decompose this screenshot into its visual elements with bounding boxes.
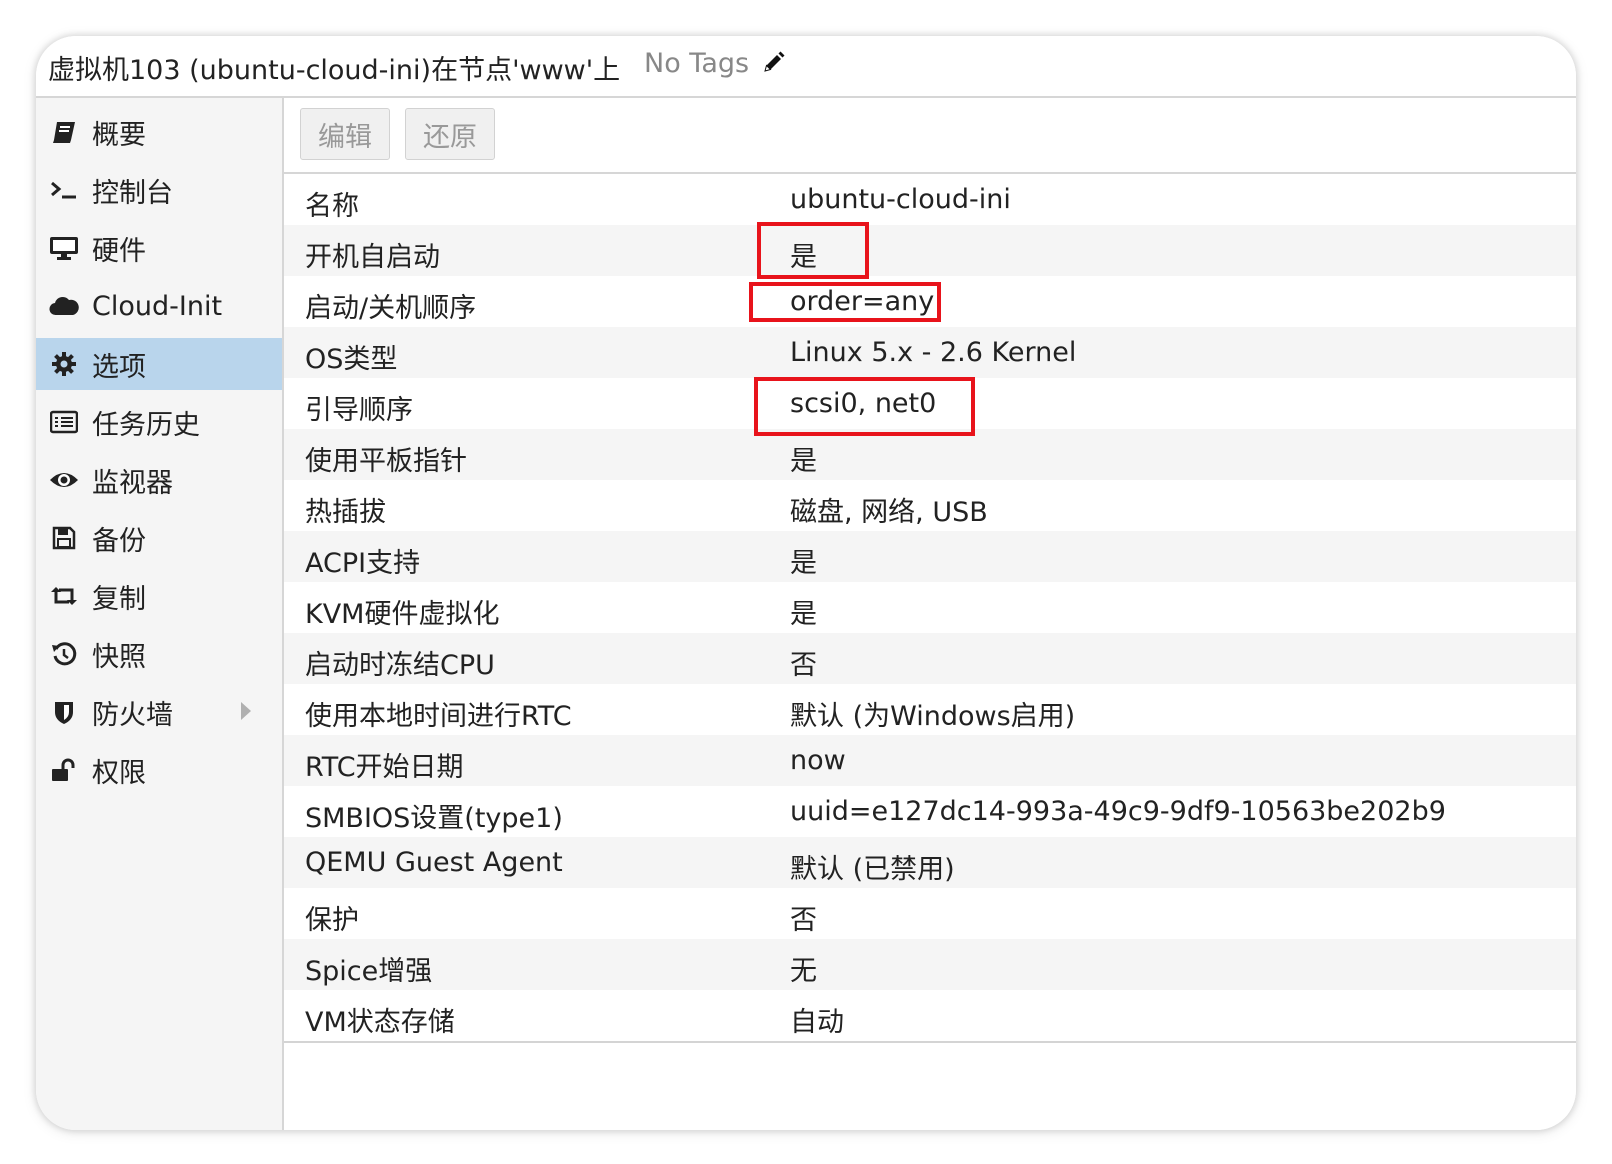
unlock-icon: [46, 757, 82, 783]
floppy-icon: [46, 526, 82, 550]
sidebar-item-firewall[interactable]: 防火墙: [36, 686, 282, 738]
option-value: 默认 (为Windows启用): [790, 701, 1076, 732]
option-value: Linux 5.x - 2.6 Kernel: [790, 337, 1077, 368]
book-icon: [46, 119, 82, 145]
sidebar-item-hardware[interactable]: 硬件: [36, 222, 282, 274]
sidebar-item-label: 复制: [92, 583, 146, 615]
shield-icon: [46, 699, 82, 725]
sidebar-item-label: 防火墙: [92, 699, 173, 731]
option-value: 是: [790, 548, 817, 579]
sidebar-item-backup[interactable]: 备份: [36, 512, 282, 564]
option-value: 否: [790, 905, 817, 936]
revert-button[interactable]: 还原: [405, 108, 495, 160]
sidebar-item-cloud-init[interactable]: Cloud-Init: [36, 280, 282, 332]
sidebar-item-summary[interactable]: 概要: [36, 106, 282, 158]
title-bar: 虚拟机103 (ubuntu-cloud-ini)在节点'www'上 No Ta…: [36, 36, 1576, 98]
option-name: 使用本地时间进行RTC: [305, 701, 572, 732]
cloud-icon: [46, 295, 82, 317]
tags-editor[interactable]: No Tags: [644, 48, 786, 81]
list-icon: [46, 410, 82, 434]
sidebar-item-options[interactable]: 选项: [36, 338, 282, 390]
option-name: 使用平板指针: [305, 446, 467, 477]
option-name: 名称: [305, 191, 359, 222]
table-row[interactable]: QEMU Guest Agent 默认 (已禁用): [284, 837, 1576, 890]
table-row[interactable]: SMBIOS设置(type1) uuid=e127dc14-993a-49c9-…: [284, 786, 1576, 839]
sidebar-item-label: 控制台: [92, 177, 173, 209]
option-name: RTC开始日期: [305, 752, 464, 783]
table-row[interactable]: 使用平板指针 是: [284, 429, 1576, 482]
sidebar: 概要 控制台 硬件 Cloud-Init 选项 任务历史 监视器 备份 复制 快…: [36, 98, 284, 1130]
table-row[interactable]: 启动时冻结CPU 否: [284, 633, 1576, 686]
table-row[interactable]: 名称 ubuntu-cloud-ini: [284, 174, 1576, 227]
option-name: 保护: [305, 905, 359, 936]
sidebar-item-label: 硬件: [92, 235, 146, 267]
option-value: 是: [790, 599, 817, 630]
table-row[interactable]: Spice增强 无: [284, 939, 1576, 992]
highlight-box-startup-order: [749, 282, 941, 322]
sidebar-item-label: 快照: [92, 641, 146, 673]
table-row[interactable]: 热插拔 磁盘, 网络, USB: [284, 480, 1576, 533]
highlight-box-autostart: [757, 222, 869, 279]
option-value: 是: [790, 446, 817, 477]
table-row[interactable]: ACPI支持 是: [284, 531, 1576, 584]
history-icon: [46, 641, 82, 667]
highlight-box-boot-order: [754, 377, 975, 436]
option-name: 启动/关机顺序: [305, 293, 477, 324]
option-name: OS类型: [305, 344, 398, 375]
sidebar-item-task-history[interactable]: 任务历史: [36, 396, 282, 448]
sidebar-item-permissions[interactable]: 权限: [36, 744, 282, 796]
terminal-icon: [46, 179, 82, 201]
option-name: ACPI支持: [305, 548, 421, 579]
sidebar-item-label: 概要: [92, 119, 146, 151]
option-name: SMBIOS设置(type1): [305, 803, 563, 834]
sidebar-item-console[interactable]: 控制台: [36, 164, 282, 216]
table-row[interactable]: VM状态存储 自动: [284, 990, 1576, 1043]
sidebar-item-replication[interactable]: 复制: [36, 570, 282, 622]
eye-icon: [46, 469, 82, 491]
option-value: 否: [790, 650, 817, 681]
table-row[interactable]: RTC开始日期 now: [284, 735, 1576, 788]
option-name: Spice增强: [305, 956, 433, 987]
table-row[interactable]: 使用本地时间进行RTC 默认 (为Windows启用): [284, 684, 1576, 737]
option-name: 引导顺序: [305, 395, 413, 426]
edit-button[interactable]: 编辑: [300, 108, 390, 160]
sidebar-item-label: 备份: [92, 525, 146, 557]
table-row[interactable]: 开机自启动 是: [284, 225, 1576, 278]
retweet-icon: [46, 584, 82, 608]
page-title: 虚拟机103 (ubuntu-cloud-ini)在节点'www'上: [48, 55, 621, 86]
options-panel: 编辑 还原 名称 ubuntu-cloud-ini 开机自启动 是 启动/关机顺…: [284, 98, 1576, 1130]
option-name: 启动时冻结CPU: [305, 650, 495, 681]
sidebar-item-label: 选项: [92, 351, 146, 383]
monitor-icon: [46, 235, 82, 261]
option-value: 默认 (已禁用): [790, 854, 955, 885]
tags-label: No Tags: [644, 48, 750, 79]
option-value: 无: [790, 956, 817, 987]
toolbar: 编辑 还原: [284, 98, 1576, 174]
option-name: 开机自启动: [305, 242, 440, 273]
sidebar-item-snapshots[interactable]: 快照: [36, 628, 282, 680]
option-value: uuid=e127dc14-993a-49c9-9df9-10563be202b…: [790, 796, 1446, 827]
option-name: KVM硬件虚拟化: [305, 599, 500, 630]
sidebar-item-label: 任务历史: [92, 409, 200, 441]
gear-icon: [46, 351, 82, 377]
option-value: 磁盘, 网络, USB: [790, 497, 988, 528]
vm-options-window: 虚拟机103 (ubuntu-cloud-ini)在节点'www'上 No Ta…: [36, 36, 1576, 1130]
table-row[interactable]: 保护 否: [284, 888, 1576, 941]
pencil-icon[interactable]: [762, 50, 786, 81]
chevron-right-icon[interactable]: [240, 701, 252, 725]
table-row[interactable]: OS类型 Linux 5.x - 2.6 Kernel: [284, 327, 1576, 380]
option-value: ubuntu-cloud-ini: [790, 184, 1011, 215]
option-name: VM状态存储: [305, 1007, 455, 1038]
sidebar-item-label: 监视器: [92, 467, 173, 499]
table-row[interactable]: KVM硬件虚拟化 是: [284, 582, 1576, 635]
sidebar-item-monitor[interactable]: 监视器: [36, 454, 282, 506]
option-name: 热插拔: [305, 497, 386, 528]
option-value: 自动: [790, 1007, 844, 1038]
sidebar-item-label: Cloud-Init: [92, 290, 223, 322]
option-name: QEMU Guest Agent: [305, 847, 563, 878]
sidebar-item-label: 权限: [92, 757, 146, 789]
option-value: now: [790, 745, 846, 776]
